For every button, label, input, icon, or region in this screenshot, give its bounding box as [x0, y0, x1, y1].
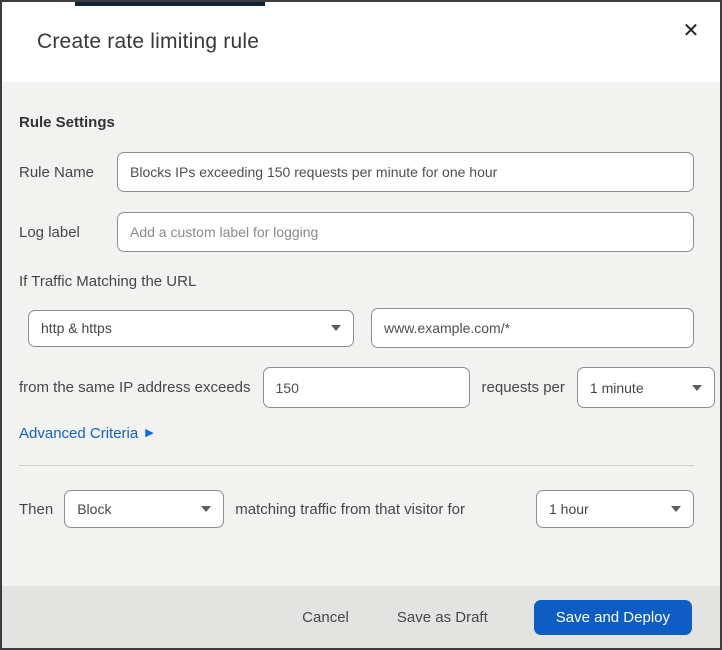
request-count-input[interactable] — [262, 367, 470, 408]
scheme-select[interactable]: http & https — [28, 309, 354, 347]
triangle-right-icon: ▶ — [145, 427, 154, 439]
threshold-middle-text: requests per — [481, 379, 565, 396]
chevron-down-icon — [201, 506, 212, 512]
duration-select[interactable]: 1 hour — [536, 490, 694, 528]
then-text: Then — [19, 500, 54, 518]
advanced-criteria-link[interactable]: Advanced Criteria ▶ — [19, 425, 154, 442]
save-as-draft-button[interactable]: Save as Draft — [395, 605, 490, 630]
period-select-value: 1 minute — [589, 379, 644, 396]
action-row: Then Block matching traffic from that vi… — [19, 490, 694, 528]
chevron-down-icon — [671, 506, 681, 512]
scheme-select-value: http & https — [41, 320, 112, 336]
rule-name-label: Rule Name — [19, 163, 95, 181]
save-and-deploy-button[interactable]: Save and Deploy — [533, 599, 692, 635]
rule-settings-heading: Rule Settings — [19, 114, 115, 131]
section-divider — [19, 465, 694, 466]
action-middle-text: matching traffic from that visitor for — [235, 500, 466, 518]
create-rate-limiting-rule-dialog: Create rate limiting rule ✕ Rule Setting… — [0, 0, 722, 650]
action-select[interactable]: Block — [64, 490, 225, 528]
close-icon[interactable]: ✕ — [676, 16, 706, 46]
duration-select-value: 1 hour — [549, 501, 589, 517]
period-select[interactable]: 1 minute — [576, 367, 715, 408]
log-label-label: Log label — [19, 223, 80, 241]
page-title: Create rate limiting rule — [37, 30, 260, 53]
dialog-body: Rule Settings Rule Name Log label If Tra… — [2, 82, 720, 586]
dialog-footer: Cancel Save as Draft Save and Deploy — [2, 586, 720, 648]
threshold-prefix-text: from the same IP address exceeds — [19, 379, 251, 396]
top-accent-bar — [75, 2, 265, 6]
chevron-down-icon — [331, 325, 341, 331]
dialog-header: Create rate limiting rule ✕ — [2, 2, 720, 82]
threshold-row: from the same IP address exceeds request… — [19, 367, 715, 408]
advanced-criteria-label: Advanced Criteria — [19, 425, 139, 442]
chevron-down-icon — [691, 384, 702, 391]
scheme-url-row: http & https — [19, 308, 694, 348]
rule-name-row: Rule Name — [19, 152, 694, 192]
log-label-row: Log label — [19, 212, 694, 252]
cancel-button[interactable]: Cancel — [300, 605, 351, 630]
action-select-value: Block — [77, 501, 112, 517]
url-pattern-input[interactable] — [371, 308, 694, 348]
traffic-match-intro: If Traffic Matching the URL — [19, 273, 197, 290]
log-label-input[interactable] — [117, 212, 694, 252]
rule-name-input[interactable] — [117, 152, 694, 192]
